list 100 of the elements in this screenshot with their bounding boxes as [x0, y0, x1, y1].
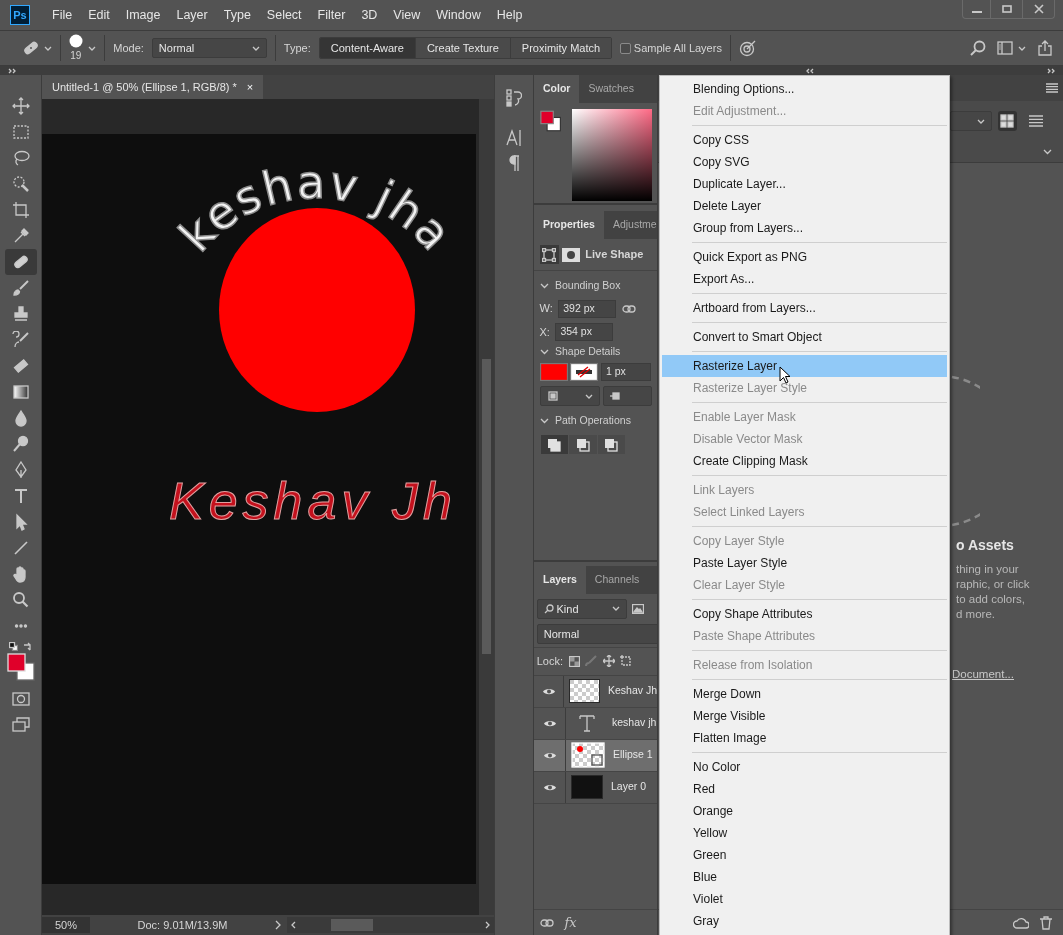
- color-swatches-icon[interactable]: [6, 652, 35, 681]
- document-tab[interactable]: Untitled-1 @ 50% (Ellipse 1, RGB/8) *: [52, 78, 237, 96]
- menu-item[interactable]: Flatten Image: [662, 727, 947, 749]
- menu-item[interactable]: Convert to Smart Object: [662, 326, 947, 348]
- scroll-right-icon[interactable]: [485, 921, 490, 929]
- menu-item[interactable]: Export As...: [662, 268, 947, 290]
- menu-item[interactable]: Edit: [80, 5, 118, 25]
- menu-item[interactable]: Blending Options...: [662, 78, 947, 100]
- workspace-icon[interactable]: [996, 41, 1013, 55]
- menu-item[interactable]: Red: [662, 778, 947, 800]
- x-field[interactable]: 354 px: [555, 323, 614, 341]
- menu-item[interactable]: Create Clipping Mask: [662, 450, 947, 472]
- chevron-down-icon[interactable]: [540, 282, 549, 289]
- zoom-field[interactable]: 50%: [42, 917, 90, 933]
- type-option[interactable]: Proximity Match: [509, 38, 612, 58]
- align-dropdown[interactable]: [539, 386, 600, 407]
- mask-icon[interactable]: [561, 247, 580, 262]
- layer-name[interactable]: Ellipse 1: [613, 747, 653, 763]
- path-operation-button[interactable]: [569, 434, 597, 455]
- menu-item[interactable]: Type: [215, 5, 259, 25]
- expand-icon[interactable]: [8, 67, 16, 74]
- fill-swatch-icon[interactable]: [539, 362, 568, 381]
- menu-item[interactable]: Green: [662, 844, 947, 866]
- cloud-icon[interactable]: [1013, 915, 1029, 930]
- menu-item[interactable]: File: [44, 5, 81, 25]
- lock-artboard-icon[interactable]: [620, 655, 633, 667]
- menu-item[interactable]: No Color: [662, 756, 947, 778]
- menu-item[interactable]: Filter: [309, 5, 354, 25]
- type-option[interactable]: Create Texture: [414, 38, 510, 58]
- eye-icon[interactable]: [542, 750, 557, 760]
- menu-item[interactable]: Gray: [662, 910, 947, 932]
- layer-name[interactable]: Layer 0: [611, 779, 647, 795]
- chevron-down-icon[interactable]: [540, 348, 549, 355]
- screen-mode-icon[interactable]: [11, 716, 30, 733]
- mode-dropdown[interactable]: Normal: [151, 38, 267, 58]
- brush-preview-icon[interactable]: [68, 33, 83, 48]
- document-link[interactable]: Document...: [952, 665, 1014, 683]
- stroke-swatch-icon[interactable]: [570, 362, 599, 381]
- lock-position-icon[interactable]: [602, 655, 615, 667]
- chevron-down-icon[interactable]: [540, 418, 549, 425]
- grid-view-button[interactable]: [997, 111, 1017, 131]
- eye-icon[interactable]: [542, 782, 557, 792]
- collapse-icon[interactable]: [806, 67, 814, 74]
- layer-name[interactable]: keshav jh: [612, 715, 657, 731]
- panel-menu-icon[interactable]: [1045, 83, 1058, 93]
- menu-item[interactable]: Copy CSS: [662, 129, 947, 151]
- panel-tab[interactable]: Color: [534, 75, 580, 103]
- layer-row[interactable]: Layer 0: [534, 771, 657, 804]
- image-filter-icon[interactable]: [632, 603, 645, 614]
- menu-item[interactable]: View: [385, 5, 429, 25]
- stroke-width-field[interactable]: 1 px: [601, 362, 651, 381]
- menu-item[interactable]: Yellow: [662, 822, 947, 844]
- eye-icon[interactable]: [542, 718, 557, 728]
- menu-item[interactable]: Window: [428, 5, 489, 25]
- bounding-box-icon[interactable]: [542, 247, 557, 262]
- cap-dropdown[interactable]: [602, 386, 652, 407]
- menu-item[interactable]: Duplicate Layer...: [662, 173, 947, 195]
- library-dropdown[interactable]: [950, 111, 992, 131]
- color-picker[interactable]: [571, 108, 652, 201]
- menu-item[interactable]: Merge Down: [662, 683, 947, 705]
- menu-item[interactable]: Group from Layers...: [662, 217, 947, 239]
- menu-item[interactable]: Artboard from Layers...: [662, 297, 947, 319]
- layer-name[interactable]: Keshav Jh: [607, 683, 657, 699]
- link-icon[interactable]: [621, 304, 636, 313]
- paragraph-icon[interactable]: [508, 155, 520, 171]
- menu-item[interactable]: Copy Shape Attributes: [662, 603, 947, 625]
- swap-colors-icon[interactable]: [23, 641, 33, 651]
- menu-item[interactable]: Blue: [662, 866, 947, 888]
- type-option[interactable]: Content-Aware: [319, 38, 415, 58]
- panel-tab[interactable]: Swatches: [579, 75, 643, 103]
- kind-filter-dropdown[interactable]: Kind: [536, 598, 627, 619]
- history-icon[interactable]: [506, 89, 522, 107]
- menu-item[interactable]: Image: [117, 5, 169, 25]
- eye-icon[interactable]: [541, 686, 556, 696]
- search-icon[interactable]: [969, 40, 986, 56]
- trash-icon[interactable]: [1040, 915, 1052, 930]
- panel-tab[interactable]: Adjustme: [603, 211, 657, 239]
- chevron-down-icon[interactable]: [1043, 148, 1052, 155]
- tool-button[interactable]: [4, 249, 37, 275]
- chevron-right-icon[interactable]: [275, 920, 281, 930]
- target-brush-icon[interactable]: [738, 39, 757, 57]
- menu-item[interactable]: Layer: [168, 5, 216, 25]
- menu-item[interactable]: Rasterize Layer: [662, 355, 947, 377]
- scrollbar-thumb[interactable]: [482, 359, 491, 654]
- width-field[interactable]: 392 px: [558, 299, 617, 318]
- layer-style-button[interactable]: fx: [564, 912, 577, 933]
- menu-item[interactable]: Copy SVG: [662, 151, 947, 173]
- menu-item[interactable]: Help: [488, 5, 531, 25]
- path-operation-button[interactable]: [540, 434, 568, 455]
- quick-mask-icon[interactable]: [11, 690, 30, 707]
- layer-row[interactable]: Keshav Jh: [534, 675, 657, 708]
- menu-item[interactable]: Delete Layer: [662, 195, 947, 217]
- menu-item[interactable]: Violet: [662, 888, 947, 910]
- menu-item[interactable]: Orange: [662, 800, 947, 822]
- panel-tab[interactable]: Channels: [585, 565, 649, 594]
- blend-mode-dropdown[interactable]: Normal: [536, 623, 657, 644]
- color-swatches-icon[interactable]: [539, 108, 561, 133]
- character-icon[interactable]: [506, 129, 522, 147]
- scrollbar-thumb[interactable]: [331, 919, 373, 931]
- expand-icon[interactable]: [1047, 67, 1055, 74]
